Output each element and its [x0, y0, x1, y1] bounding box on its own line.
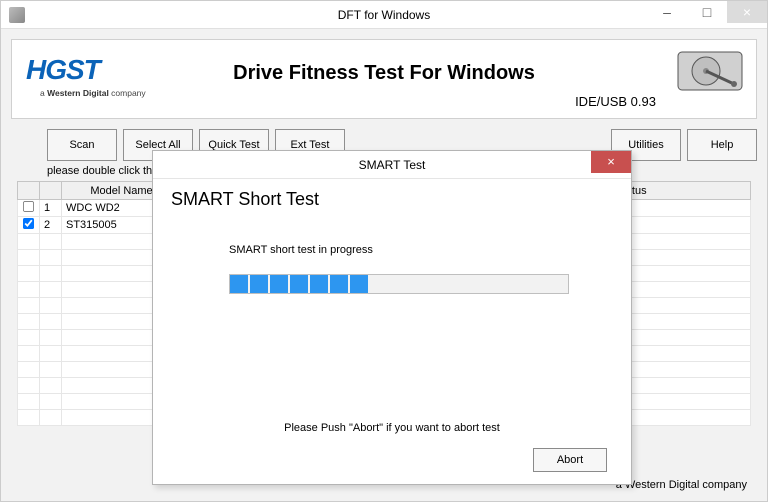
banner-title: Drive Fitness Test For Windows	[12, 62, 756, 85]
row-checkbox[interactable]	[18, 200, 40, 217]
help-button[interactable]: Help	[687, 129, 757, 161]
close-button[interactable]: ×	[727, 1, 767, 23]
titlebar: DFT for Windows – □ ×	[1, 1, 767, 29]
logo-sub-suffix: company	[109, 88, 146, 98]
maximize-button[interactable]: □	[687, 1, 727, 23]
banner: HGST a Western Digital company Drive Fit…	[11, 39, 757, 119]
window-controls: – □ ×	[647, 1, 767, 23]
logo-sub-bold: Western Digital	[47, 88, 109, 98]
progress-segment	[310, 275, 328, 293]
progress-bar	[229, 274, 569, 294]
dialog-titlebar: SMART Test ×	[153, 151, 631, 179]
progress-segment	[350, 275, 368, 293]
row-num: 1	[40, 200, 62, 217]
app-icon	[9, 7, 25, 23]
row-checkbox[interactable]	[18, 217, 40, 234]
progress-segment	[290, 275, 308, 293]
minimize-button[interactable]: –	[647, 1, 687, 23]
dialog-body: SMART Short Test SMART short test in pro…	[153, 179, 631, 484]
smart-test-dialog: SMART Test × SMART Short Test SMART shor…	[152, 150, 632, 485]
hdd-icon	[676, 48, 746, 94]
dialog-close-button[interactable]: ×	[591, 151, 631, 173]
col-num	[40, 182, 62, 200]
progress-segment	[230, 275, 248, 293]
progress-segment	[250, 275, 268, 293]
abort-button[interactable]: Abort	[533, 448, 607, 472]
dialog-hint: Please Push "Abort" if you want to abort…	[153, 422, 631, 434]
version-text: IDE/USB 0.93	[575, 94, 656, 109]
footer-text: a Western Digital company	[616, 479, 747, 491]
logo-subtext: a Western Digital company	[40, 88, 146, 98]
dialog-title: SMART Test	[359, 158, 426, 172]
dialog-status: SMART short test in progress	[229, 244, 615, 256]
progress-segment	[270, 275, 288, 293]
scan-button[interactable]: Scan	[47, 129, 117, 161]
dialog-heading: SMART Short Test	[171, 189, 615, 210]
row-num: 2	[40, 217, 62, 234]
col-check	[18, 182, 40, 200]
progress-segment	[330, 275, 348, 293]
